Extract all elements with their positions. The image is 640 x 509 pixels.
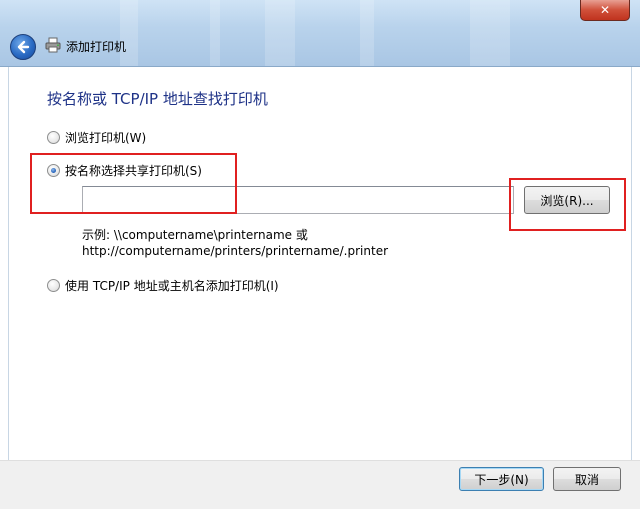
glass-streak <box>120 0 138 66</box>
example-text: 示例: \\computername\printername 或 http://… <box>82 227 388 259</box>
glass-streak <box>265 0 295 66</box>
close-icon: ✕ <box>599 3 611 17</box>
back-arrow-icon <box>17 40 30 54</box>
glass-streak <box>210 0 220 66</box>
radio-browse[interactable] <box>47 131 60 144</box>
option-browse[interactable]: 浏览打印机(W) <box>47 129 146 146</box>
window-title: 添加打印机 <box>66 40 127 54</box>
next-button[interactable]: 下一步(N) <box>459 467 544 491</box>
page-heading: 按名称或 TCP/IP 地址查找打印机 <box>47 90 268 108</box>
cancel-button[interactable]: 取消 <box>553 467 621 491</box>
back-button[interactable] <box>10 34 36 60</box>
option-tcp-ip-label: 使用 TCP/IP 地址或主机名添加打印机(I) <box>65 279 279 293</box>
wizard-footer <box>0 460 640 509</box>
option-browse-label: 浏览打印机(W) <box>65 131 147 145</box>
example-line-2: http://computername/printers/printername… <box>82 244 389 258</box>
printer-icon <box>45 37 61 53</box>
window-titlebar: ✕ 添加打印机 <box>0 0 640 67</box>
example-line-1: 示例: \\computername\printername 或 <box>82 228 308 242</box>
wizard-content <box>8 67 632 460</box>
glass-streak <box>470 0 510 66</box>
glass-streak <box>360 0 374 66</box>
highlight-box-share-option <box>30 153 237 214</box>
highlight-box-browse <box>509 178 626 231</box>
option-tcp-ip[interactable]: 使用 TCP/IP 地址或主机名添加打印机(I) <box>47 277 279 294</box>
close-button[interactable]: ✕ <box>580 0 630 21</box>
radio-tcp-ip[interactable] <box>47 279 60 292</box>
